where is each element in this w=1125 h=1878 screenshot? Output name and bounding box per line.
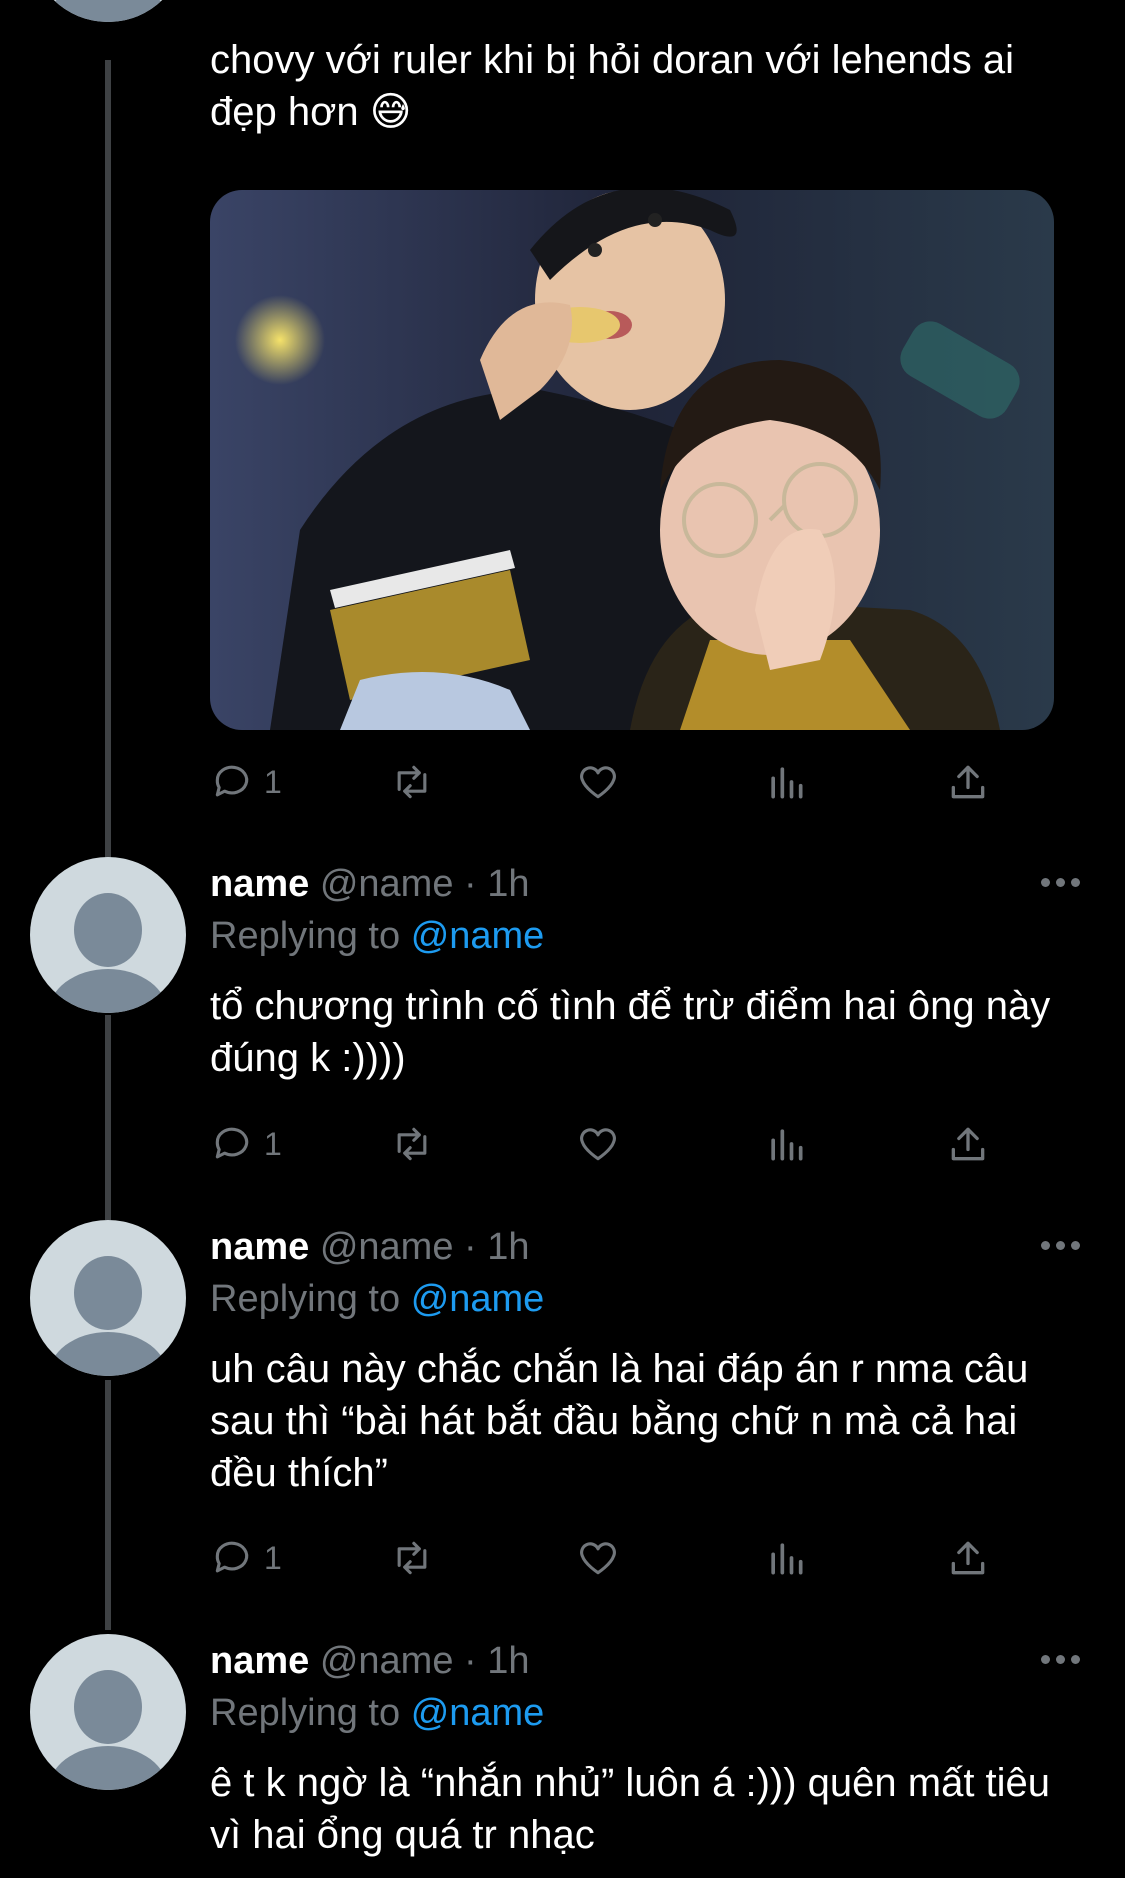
separator: · bbox=[464, 1226, 477, 1268]
replying-prefix: Replying to bbox=[210, 915, 401, 957]
avatar[interactable] bbox=[30, 1220, 186, 1376]
retweet-icon bbox=[397, 1127, 427, 1161]
reply-icon bbox=[215, 1127, 249, 1159]
reply-button[interactable]: 1 bbox=[210, 758, 282, 806]
replying-to: Replying to @name bbox=[210, 910, 544, 962]
more-button[interactable] bbox=[1041, 878, 1081, 890]
reply-count: 1 bbox=[264, 763, 282, 800]
mention-link[interactable]: @name bbox=[411, 1278, 545, 1320]
like-button[interactable] bbox=[576, 758, 620, 806]
timestamp[interactable]: 1h bbox=[487, 1640, 529, 1682]
share-button[interactable] bbox=[946, 1120, 990, 1168]
reply-button[interactable]: 1 bbox=[210, 1534, 282, 1582]
retweet-button[interactable] bbox=[390, 1534, 434, 1582]
photo-two-players bbox=[210, 190, 1054, 730]
views-button[interactable] bbox=[764, 1534, 808, 1582]
timestamp[interactable]: 1h bbox=[487, 863, 529, 905]
replying-prefix: Replying to bbox=[210, 1278, 401, 1320]
separator: · bbox=[464, 1640, 477, 1682]
timestamp[interactable]: 1h bbox=[487, 1226, 529, 1268]
retweet-button[interactable] bbox=[390, 1120, 434, 1168]
handle[interactable]: @name bbox=[320, 1640, 454, 1682]
avatar[interactable] bbox=[30, 857, 186, 1013]
heart-icon bbox=[580, 766, 616, 799]
like-button[interactable] bbox=[576, 1120, 620, 1168]
reply-header: name @name · 1h bbox=[210, 1635, 530, 1687]
more-button[interactable] bbox=[1041, 1241, 1081, 1253]
handle[interactable]: @name bbox=[320, 863, 454, 905]
replying-to: Replying to @name bbox=[210, 1687, 544, 1739]
reply-icon bbox=[215, 765, 249, 797]
views-icon bbox=[771, 1129, 803, 1161]
retweet-button[interactable] bbox=[390, 758, 434, 806]
share-icon bbox=[951, 1127, 985, 1161]
thread-line-2 bbox=[105, 1015, 111, 1220]
like-button[interactable] bbox=[576, 1534, 620, 1582]
mention-link[interactable]: @name bbox=[411, 1692, 545, 1734]
display-name[interactable]: name bbox=[210, 863, 309, 905]
post-image[interactable] bbox=[210, 190, 1054, 730]
more-button[interactable] bbox=[1041, 1655, 1081, 1667]
views-button[interactable] bbox=[764, 1120, 808, 1168]
separator: · bbox=[464, 863, 477, 905]
share-icon bbox=[951, 765, 985, 799]
views-button[interactable] bbox=[764, 758, 808, 806]
heart-icon bbox=[580, 1542, 616, 1575]
display-name[interactable]: name bbox=[210, 1640, 309, 1682]
display-name[interactable]: name bbox=[210, 1226, 309, 1268]
views-icon bbox=[771, 767, 803, 799]
reply-icon bbox=[215, 1541, 249, 1573]
reply-text: ê t k ngờ là “nhắn nhủ” luôn á :))) quên… bbox=[210, 1761, 1051, 1857]
handle[interactable]: @name bbox=[320, 1226, 454, 1268]
reply-header: name @name · 1h bbox=[210, 1221, 530, 1273]
replying-to: Replying to @name bbox=[210, 1273, 544, 1325]
share-icon bbox=[951, 1541, 985, 1575]
reply-actions: 1 bbox=[210, 1534, 1010, 1582]
mention-link[interactable]: @name bbox=[411, 915, 545, 957]
heart-icon bbox=[580, 1128, 616, 1161]
retweet-icon bbox=[397, 1541, 427, 1575]
share-button[interactable] bbox=[946, 1534, 990, 1582]
retweet-icon bbox=[397, 765, 427, 799]
reply-header: name @name · 1h bbox=[210, 858, 530, 910]
post-actions: 1 bbox=[210, 758, 1010, 806]
thread-line-1 bbox=[105, 60, 111, 860]
replying-prefix: Replying to bbox=[210, 1692, 401, 1734]
reply-count: 1 bbox=[264, 1539, 282, 1576]
avatar[interactable] bbox=[30, 1634, 186, 1790]
reply-actions: 1 bbox=[210, 1120, 1010, 1168]
reply-button[interactable]: 1 bbox=[210, 1120, 282, 1168]
thread-line-3 bbox=[105, 1380, 111, 1630]
avatar[interactable] bbox=[30, 0, 186, 22]
share-button[interactable] bbox=[946, 758, 990, 806]
reply-text: uh câu này chắc chắn là hai đáp án r nma… bbox=[210, 1347, 1029, 1495]
reply-count: 1 bbox=[264, 1125, 282, 1162]
reply-text: tổ chương trình cố tình để trừ điểm hai … bbox=[210, 984, 1051, 1080]
post-text: chovy với ruler khi bị hỏi doran với leh… bbox=[210, 38, 1014, 134]
views-icon bbox=[771, 1543, 803, 1575]
